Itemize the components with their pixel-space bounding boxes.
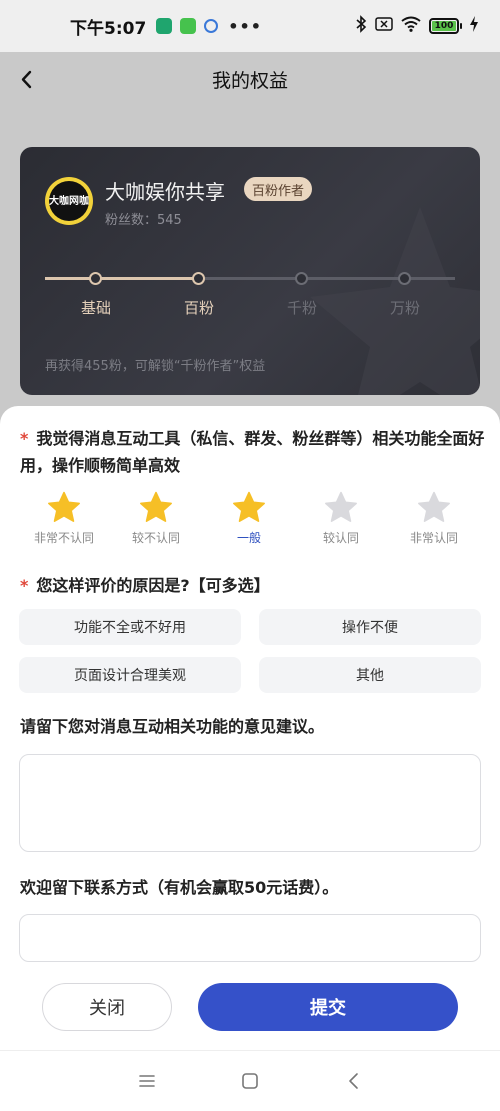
avatar: 大咖网咖: [45, 177, 93, 225]
question-1-text: 我觉得消息互动工具（私信、群发、粉丝群等）相关功能全面好用，操作顺畅简单高效: [20, 429, 485, 475]
level-label-hundred: 百粉: [183, 299, 214, 317]
level-label-ten-thousand: 万粉: [389, 299, 420, 317]
required-mark: *: [20, 576, 29, 595]
wifi-icon: [401, 16, 421, 36]
question-4: 欢迎留下联系方式（有机会赢取50元话费）。: [20, 878, 339, 897]
author-name: 大咖娱你共享: [105, 180, 225, 204]
star-filled-icon: [140, 491, 172, 522]
status-time: 下午5:07: [70, 18, 147, 39]
system-navigation-bar: [0, 1050, 500, 1111]
reason-option-2[interactable]: 操作不便: [259, 609, 481, 645]
close-button[interactable]: 关闭: [42, 983, 172, 1031]
sim-x-icon: [375, 16, 393, 36]
level-node-basic: [89, 272, 102, 285]
level-label-thousand: 千粉: [286, 299, 317, 317]
rating-stars: 非常不认同 较不认同 一般 较认同 非常认同: [0, 491, 500, 551]
status-bar: 下午5:07 ••• 100: [0, 0, 500, 52]
reason-option-1[interactable]: 功能不全或不好用: [19, 609, 241, 645]
question-1: * 我觉得消息互动工具（私信、群发、粉丝群等）相关功能全面好用，操作顺畅简单高效: [20, 425, 485, 479]
avatar-text: 大咖网咖: [49, 181, 89, 221]
home-icon[interactable]: [238, 1069, 262, 1093]
page-title: 我的权益: [211, 70, 288, 92]
battery-icon: 100: [429, 18, 462, 34]
level-label-basic: 基础: [80, 299, 111, 317]
nav-bar: 我的权益: [0, 52, 500, 107]
rating-label-4: 较认同: [322, 531, 359, 545]
charging-icon: [470, 16, 478, 36]
question-2-text: 您这样评价的原因是?【可多选】: [36, 576, 270, 595]
rating-label-2: 较不认同: [131, 531, 180, 545]
more-notifications-icon: •••: [228, 16, 262, 36]
fan-level-card: 大咖网咖 大咖娱你共享 百粉作者 粉丝数：545 基础 百粉 千粉 万粉 再获得…: [20, 147, 480, 395]
reason-option-3[interactable]: 页面设计合理美观: [19, 657, 241, 693]
rating-option-1[interactable]: 非常不认同: [19, 491, 109, 546]
back-icon[interactable]: [342, 1069, 366, 1093]
level-node-thousand: [295, 272, 308, 285]
level-track-progress: [45, 277, 199, 280]
rating-option-2[interactable]: 较不认同: [111, 491, 201, 546]
level-track: [45, 277, 455, 280]
level-node-hundred: [192, 272, 205, 285]
survey-sheet: * 我觉得消息互动工具（私信、群发、粉丝群等）相关功能全面好用，操作顺畅简单高效 …: [0, 406, 500, 1111]
rating-option-3[interactable]: 一般: [204, 491, 294, 546]
contact-input[interactable]: [19, 914, 481, 962]
question-2: * 您这样评价的原因是?【可多选】: [20, 572, 270, 599]
star-filled-icon: [233, 491, 265, 522]
app-chat-icon: [180, 18, 197, 34]
level-node-ten-thousand: [398, 272, 411, 285]
app-paw-icon: [204, 19, 219, 33]
star-empty-icon: [325, 491, 357, 522]
bluetooth-icon: [355, 15, 367, 37]
rating-option-5[interactable]: 非常认同: [389, 491, 479, 546]
author-badge: 百粉作者: [244, 177, 313, 201]
fans-count: 粉丝数：545: [105, 213, 182, 228]
app-shield-icon: [156, 18, 173, 34]
menu-icon[interactable]: [135, 1069, 159, 1093]
reason-option-4[interactable]: 其他: [259, 657, 481, 693]
star-filled-icon: [48, 491, 80, 522]
suggestion-textarea[interactable]: [19, 754, 481, 852]
star-empty-icon: [418, 491, 450, 522]
battery-level: 100: [432, 21, 456, 31]
rating-label-5: 非常认同: [409, 531, 458, 545]
unlock-hint: 再获得455粉，可解锁“千粉作者”权益: [45, 359, 266, 374]
required-mark: *: [20, 429, 29, 448]
submit-button[interactable]: 提交: [198, 983, 458, 1031]
rating-label-1: 非常不认同: [33, 531, 94, 545]
rating-option-4[interactable]: 较认同: [296, 491, 386, 546]
question-3: 请留下您对消息互动相关功能的意见建议。: [20, 717, 325, 736]
back-arrow-icon[interactable]: [16, 66, 44, 94]
rating-label-3: 一般: [236, 531, 261, 545]
